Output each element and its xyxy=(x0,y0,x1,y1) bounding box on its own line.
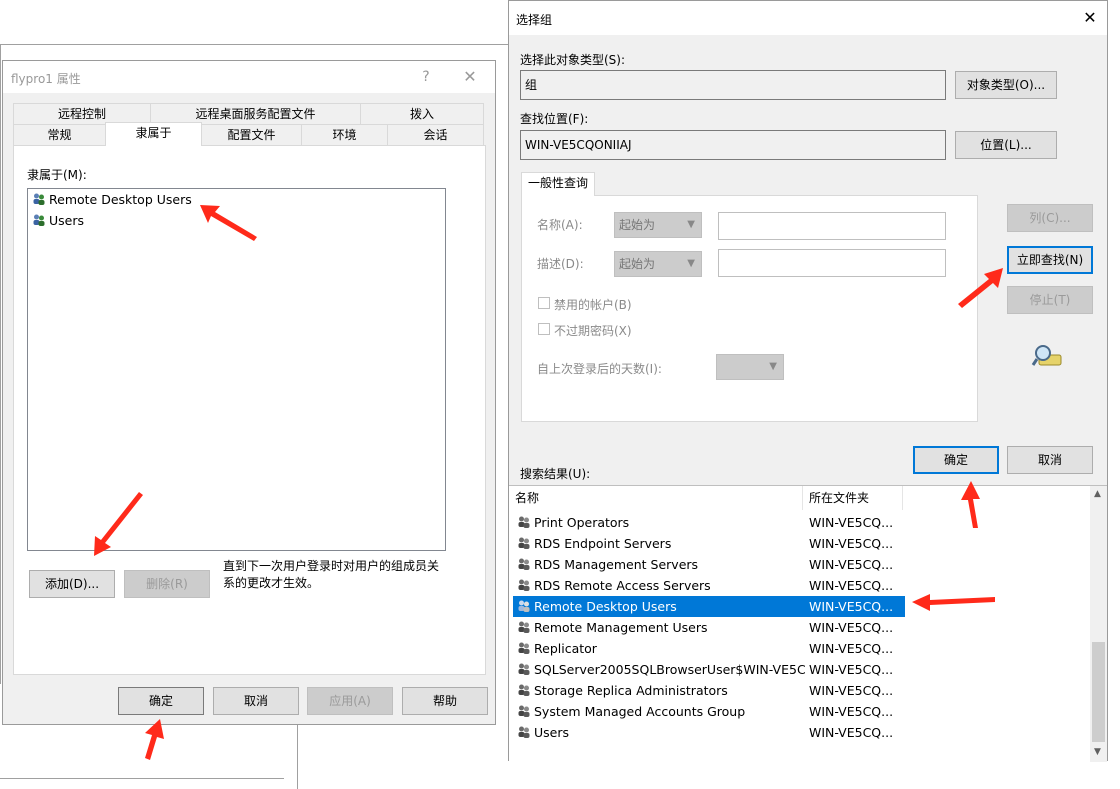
annotation-arrow-icon xyxy=(94,492,143,556)
annotation-arrow-icon xyxy=(961,481,980,528)
tab-member-of[interactable]: 隶属于 xyxy=(105,122,202,146)
annotation-arrow-icon xyxy=(958,268,1003,308)
tab-common-queries[interactable]: 一般性查询 xyxy=(521,172,595,196)
annotation-arrow-icon xyxy=(200,205,257,241)
annotation-arrow-icon xyxy=(145,719,164,760)
annotation-arrows xyxy=(94,205,1003,760)
annotation-arrow-icon xyxy=(912,594,995,611)
